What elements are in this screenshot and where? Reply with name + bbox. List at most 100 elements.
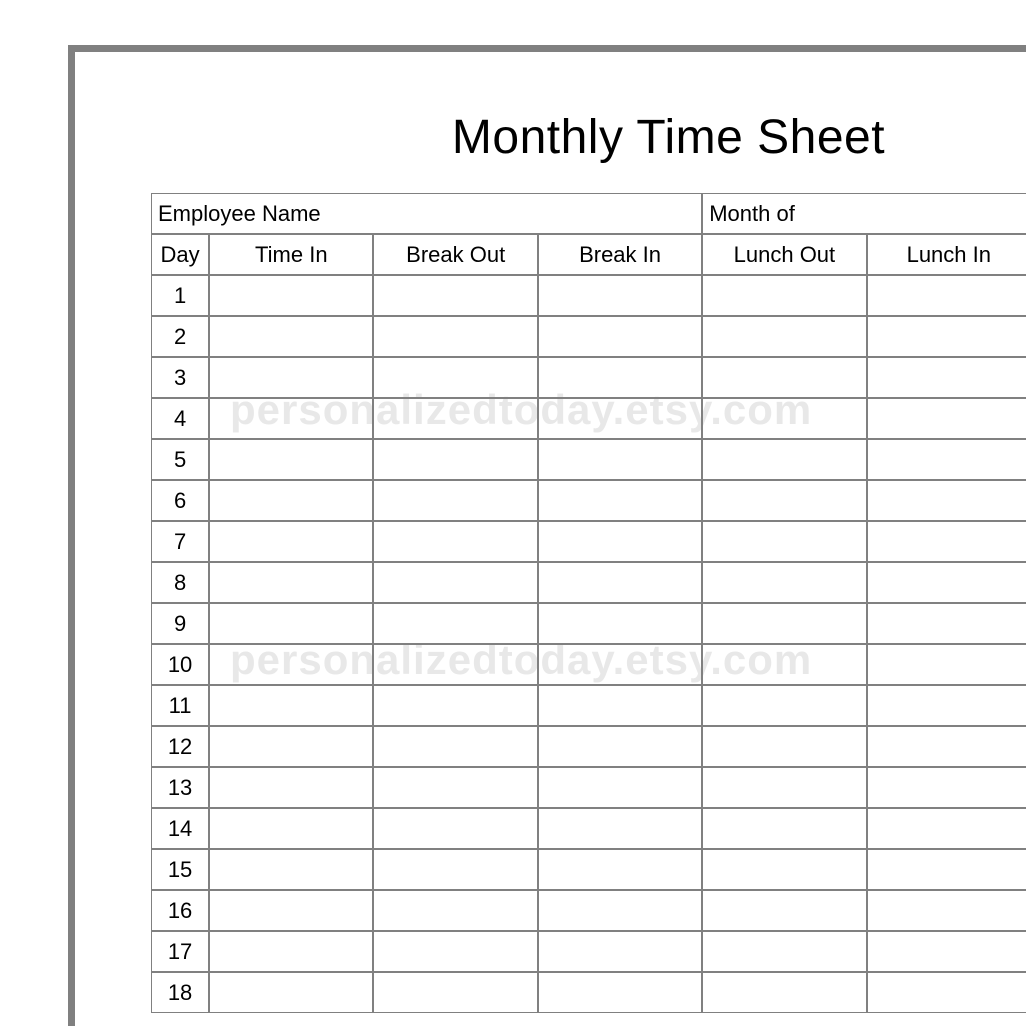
time-cell[interactable] (209, 275, 373, 316)
time-cell[interactable] (702, 644, 866, 685)
time-cell[interactable] (867, 808, 1026, 849)
day-number-cell: 2 (151, 316, 209, 357)
time-cell[interactable] (867, 972, 1026, 1013)
day-number-cell: 15 (151, 849, 209, 890)
time-cell[interactable] (209, 521, 373, 562)
time-cell[interactable] (867, 521, 1026, 562)
time-cell[interactable] (209, 931, 373, 972)
time-cell[interactable] (209, 357, 373, 398)
time-cell[interactable] (209, 562, 373, 603)
time-cell[interactable] (373, 603, 537, 644)
time-cell[interactable] (209, 480, 373, 521)
time-cell[interactable] (702, 275, 866, 316)
time-cell[interactable] (538, 439, 702, 480)
day-number-cell: 14 (151, 808, 209, 849)
time-cell[interactable] (702, 357, 866, 398)
time-cell[interactable] (209, 808, 373, 849)
time-cell[interactable] (702, 767, 866, 808)
time-cell[interactable] (209, 644, 373, 685)
time-cell[interactable] (209, 767, 373, 808)
time-cell[interactable] (373, 644, 537, 685)
time-cell[interactable] (867, 562, 1026, 603)
time-cell[interactable] (209, 849, 373, 890)
time-cell[interactable] (373, 275, 537, 316)
time-cell[interactable] (867, 603, 1026, 644)
time-cell[interactable] (373, 808, 537, 849)
time-cell[interactable] (373, 439, 537, 480)
time-cell[interactable] (867, 644, 1026, 685)
time-cell[interactable] (538, 726, 702, 767)
time-cell[interactable] (373, 521, 537, 562)
time-cell[interactable] (373, 685, 537, 726)
time-cell[interactable] (867, 890, 1026, 931)
time-cell[interactable] (538, 316, 702, 357)
time-cell[interactable] (538, 644, 702, 685)
time-cell[interactable] (702, 398, 866, 439)
day-number-cell: 4 (151, 398, 209, 439)
time-cell[interactable] (538, 890, 702, 931)
time-cell[interactable] (538, 849, 702, 890)
time-cell[interactable] (538, 398, 702, 439)
time-cell[interactable] (209, 972, 373, 1013)
time-cell[interactable] (538, 972, 702, 1013)
time-cell[interactable] (702, 521, 866, 562)
time-cell[interactable] (702, 316, 866, 357)
time-cell[interactable] (538, 603, 702, 644)
time-cell[interactable] (373, 316, 537, 357)
time-cell[interactable] (702, 480, 866, 521)
time-cell[interactable] (867, 480, 1026, 521)
table-row: 7 (151, 521, 1026, 562)
time-cell[interactable] (867, 685, 1026, 726)
time-cell[interactable] (538, 931, 702, 972)
col-header-day: Day (151, 234, 209, 275)
time-cell[interactable] (373, 767, 537, 808)
time-cell[interactable] (867, 767, 1026, 808)
time-cell[interactable] (373, 357, 537, 398)
time-cell[interactable] (373, 726, 537, 767)
time-cell[interactable] (538, 357, 702, 398)
time-cell[interactable] (373, 931, 537, 972)
time-cell[interactable] (209, 890, 373, 931)
time-cell[interactable] (209, 726, 373, 767)
time-cell[interactable] (867, 357, 1026, 398)
time-cell[interactable] (867, 439, 1026, 480)
time-cell[interactable] (373, 398, 537, 439)
time-cell[interactable] (373, 890, 537, 931)
time-cell[interactable] (209, 439, 373, 480)
time-cell[interactable] (373, 480, 537, 521)
time-cell[interactable] (538, 685, 702, 726)
day-number-cell: 13 (151, 767, 209, 808)
timesheet-table: Employee Name Month of Day Time In Break… (151, 193, 1026, 1013)
time-cell[interactable] (702, 890, 866, 931)
day-number-cell: 12 (151, 726, 209, 767)
time-cell[interactable] (702, 603, 866, 644)
time-cell[interactable] (867, 275, 1026, 316)
time-cell[interactable] (209, 685, 373, 726)
time-cell[interactable] (373, 849, 537, 890)
time-cell[interactable] (209, 603, 373, 644)
time-cell[interactable] (209, 398, 373, 439)
time-cell[interactable] (702, 685, 866, 726)
time-cell[interactable] (538, 521, 702, 562)
time-cell[interactable] (702, 931, 866, 972)
time-cell[interactable] (702, 726, 866, 767)
time-cell[interactable] (538, 767, 702, 808)
time-cell[interactable] (538, 275, 702, 316)
time-cell[interactable] (373, 972, 537, 1013)
time-cell[interactable] (867, 316, 1026, 357)
time-cell[interactable] (373, 562, 537, 603)
time-cell[interactable] (702, 439, 866, 480)
time-cell[interactable] (867, 931, 1026, 972)
time-cell[interactable] (702, 562, 866, 603)
time-cell[interactable] (867, 726, 1026, 767)
time-cell[interactable] (702, 972, 866, 1013)
time-cell[interactable] (867, 398, 1026, 439)
time-cell[interactable] (702, 808, 866, 849)
time-cell[interactable] (538, 562, 702, 603)
time-cell[interactable] (867, 849, 1026, 890)
day-number-cell: 8 (151, 562, 209, 603)
time-cell[interactable] (538, 480, 702, 521)
time-cell[interactable] (538, 808, 702, 849)
time-cell[interactable] (702, 849, 866, 890)
time-cell[interactable] (209, 316, 373, 357)
